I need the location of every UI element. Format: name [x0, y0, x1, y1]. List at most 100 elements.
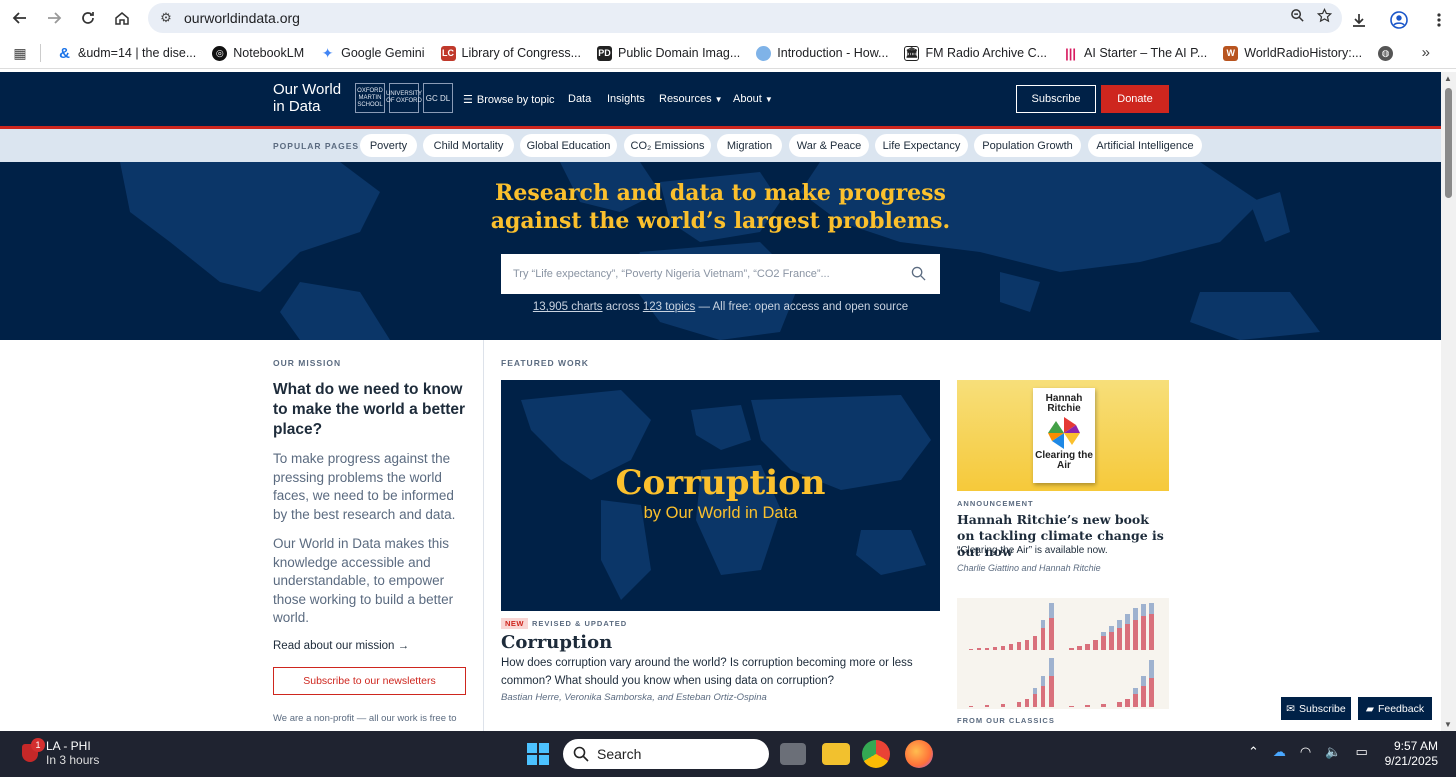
page-scrollbar[interactable]: ▲ ▼	[1441, 72, 1456, 731]
oxford-martin-logo[interactable]: OXFORD MARTIN SCHOOL	[355, 83, 385, 113]
featured-label: FEATURED WORK	[501, 358, 589, 368]
battery-icon[interactable]: ▭	[1355, 744, 1367, 760]
site-settings-icon[interactable]: ⚙	[156, 10, 176, 26]
ai-icon: |||	[1063, 45, 1079, 61]
bookmark-item[interactable]: Introduction - How...	[748, 45, 896, 61]
task-view-icon[interactable]	[780, 743, 806, 765]
chevron-down-icon: ▼	[764, 95, 773, 104]
bookmark-item[interactable]: PD Public Domain Imag...	[589, 45, 748, 61]
nav-browse-by-topic[interactable]: ☰ Browse by topic	[463, 93, 555, 106]
bookmark-label: Google Gemini	[341, 46, 425, 60]
popular-pill-child-mortality[interactable]: Child Mortality	[423, 134, 514, 157]
owid-logo[interactable]: Our World in Data	[273, 81, 341, 115]
read-mission-link[interactable]: Read about our mission →	[273, 640, 409, 652]
menu-button[interactable]	[1422, 3, 1456, 37]
reload-button[interactable]	[71, 1, 105, 35]
thumb-panel-tl	[969, 603, 1054, 650]
bookmark-item[interactable]: 🏛 FM Radio Archive C...	[896, 45, 1055, 61]
popular-pill-co2-emissions[interactable]: CO₂ Emissions	[624, 134, 711, 157]
forward-button[interactable]	[37, 1, 71, 35]
popular-pill-migration[interactable]: Migration	[717, 134, 782, 157]
scrollbar-thumb[interactable]	[1445, 88, 1452, 198]
nav-resources[interactable]: Resources ▼	[659, 93, 723, 105]
hero-search-input[interactable]	[513, 268, 903, 280]
windows-start-icon[interactable]	[527, 743, 549, 765]
bookmark-item[interactable]: ◍	[1370, 45, 1401, 61]
back-button[interactable]	[3, 1, 37, 35]
bookmark-item[interactable]: & &udm=14 | the dise...	[49, 45, 204, 62]
donate-button[interactable]: Donate	[1101, 85, 1169, 113]
announcement-label: ANNOUNCEMENT	[957, 499, 1034, 508]
book-title: Clearing the Air	[1035, 450, 1093, 471]
search-icon[interactable]	[911, 266, 926, 281]
bookmark-item[interactable]: W WorldRadioHistory:...	[1215, 45, 1370, 61]
url-text[interactable]: ourworldindata.org	[184, 10, 300, 26]
topics-count-link[interactable]: 123 topics	[643, 301, 695, 313]
search-icon	[573, 746, 589, 762]
oxford-university-logo[interactable]: UNIVERSITY OF OXFORD	[386, 83, 422, 113]
download-button[interactable]	[1342, 3, 1376, 37]
hero-section: Research and data to make progress again…	[0, 162, 1441, 340]
bookmark-star-icon[interactable]	[1317, 8, 1332, 23]
featured-title[interactable]: Corruption	[501, 632, 612, 653]
taskbar-clock[interactable]: 9:57 AM 9/21/2025	[1385, 739, 1438, 769]
zoom-icon[interactable]	[1290, 8, 1305, 23]
popular-pill-global-education[interactable]: Global Education	[520, 134, 617, 157]
bookmark-item[interactable]: ✦ Google Gemini	[312, 45, 432, 61]
widget-subtitle: In 3 hours	[46, 753, 100, 767]
popular-pill-life-expectancy[interactable]: Life Expectancy	[875, 134, 968, 157]
onedrive-cloud-icon[interactable]: ☁	[1273, 744, 1286, 760]
charts-count-link[interactable]: 13,905 charts	[533, 301, 603, 313]
forward-arrow-icon	[48, 12, 62, 24]
nav-about[interactable]: About ▼	[733, 93, 773, 105]
scroll-down-arrow-icon[interactable]: ▼	[1444, 720, 1452, 729]
site-header: Our World in Data OXFORD MARTIN SCHOOL U…	[0, 72, 1441, 126]
book-announcement-image[interactable]: Hannah Ritchie Clearing the Air	[957, 380, 1169, 491]
file-explorer-icon[interactable]	[822, 743, 850, 765]
popular-pill-war-peace[interactable]: War & Peace	[789, 134, 869, 157]
nav-label: About	[733, 93, 762, 105]
hero-search-box[interactable]	[501, 254, 940, 294]
profile-icon	[1390, 11, 1408, 29]
address-bar[interactable]: ⚙ ourworldindata.org	[148, 3, 1342, 33]
home-button[interactable]	[105, 1, 139, 35]
featured-description: How does corruption vary around the worl…	[501, 657, 913, 687]
floating-subscribe-button[interactable]: ✉ Subscribe	[1281, 697, 1351, 720]
logo-line-2: in Data	[273, 98, 321, 115]
popular-pill-population-growth[interactable]: Population Growth	[974, 134, 1081, 157]
reload-icon	[82, 12, 94, 24]
announcement-authors: Charlie Giattino and Hannah Ritchie	[957, 563, 1101, 573]
scroll-up-arrow-icon[interactable]: ▲	[1444, 74, 1452, 83]
popular-pages-label: POPULAR PAGES	[273, 141, 360, 151]
firefox-icon[interactable]	[905, 740, 933, 768]
bookmark-item[interactable]: LC Library of Congress...	[433, 45, 590, 61]
wifi-icon[interactable]: ◠	[1300, 744, 1311, 760]
volume-icon[interactable]: 🔈	[1325, 744, 1341, 760]
chrome-icon[interactable]	[862, 740, 890, 768]
chevron-down-icon: ▼	[714, 95, 723, 104]
classics-chart-thumbnail[interactable]	[957, 598, 1169, 709]
bookmark-item[interactable]: ◎ NotebookLM	[204, 45, 312, 61]
popular-pill-poverty[interactable]: Poverty	[360, 134, 417, 157]
nav-insights[interactable]: Insights	[607, 93, 645, 105]
profile-button[interactable]	[1382, 3, 1416, 37]
subscribe-newsletters-button[interactable]: Subscribe to our newsletters	[273, 667, 466, 695]
subscribe-button[interactable]: Subscribe	[1016, 85, 1096, 113]
bookmark-label: WorldRadioHistory:...	[1244, 46, 1363, 60]
featured-authors: Bastian Herre, Veronika Samborska, and E…	[501, 692, 767, 703]
chevron-up-icon[interactable]: ⌃	[1248, 744, 1259, 760]
featured-image[interactable]: Corruption by Our World in Data	[501, 380, 940, 611]
bookmark-item[interactable]: ||| AI Starter – The AI P...	[1055, 45, 1215, 61]
hero-stats: 13,905 charts across 123 topics — All fr…	[0, 301, 1441, 313]
more-bookmarks-icon[interactable]: »	[1422, 44, 1430, 61]
column-divider	[483, 340, 484, 731]
taskbar-search[interactable]: Search	[563, 739, 769, 769]
gcdl-logo[interactable]: GC DL	[423, 83, 453, 113]
apps-grid-icon[interactable]: ▦	[0, 45, 40, 62]
popular-pill-artificial-intelligence[interactable]: Artificial Intelligence	[1088, 134, 1202, 157]
link-icon: &	[57, 45, 72, 62]
floating-feedback-button[interactable]: ▰ Feedback	[1358, 697, 1432, 720]
clock-date: 9/21/2025	[1384, 754, 1438, 768]
weather-widget[interactable]: 1 LA - PHI In 3 hours	[22, 738, 100, 767]
nav-data[interactable]: Data	[568, 93, 591, 105]
